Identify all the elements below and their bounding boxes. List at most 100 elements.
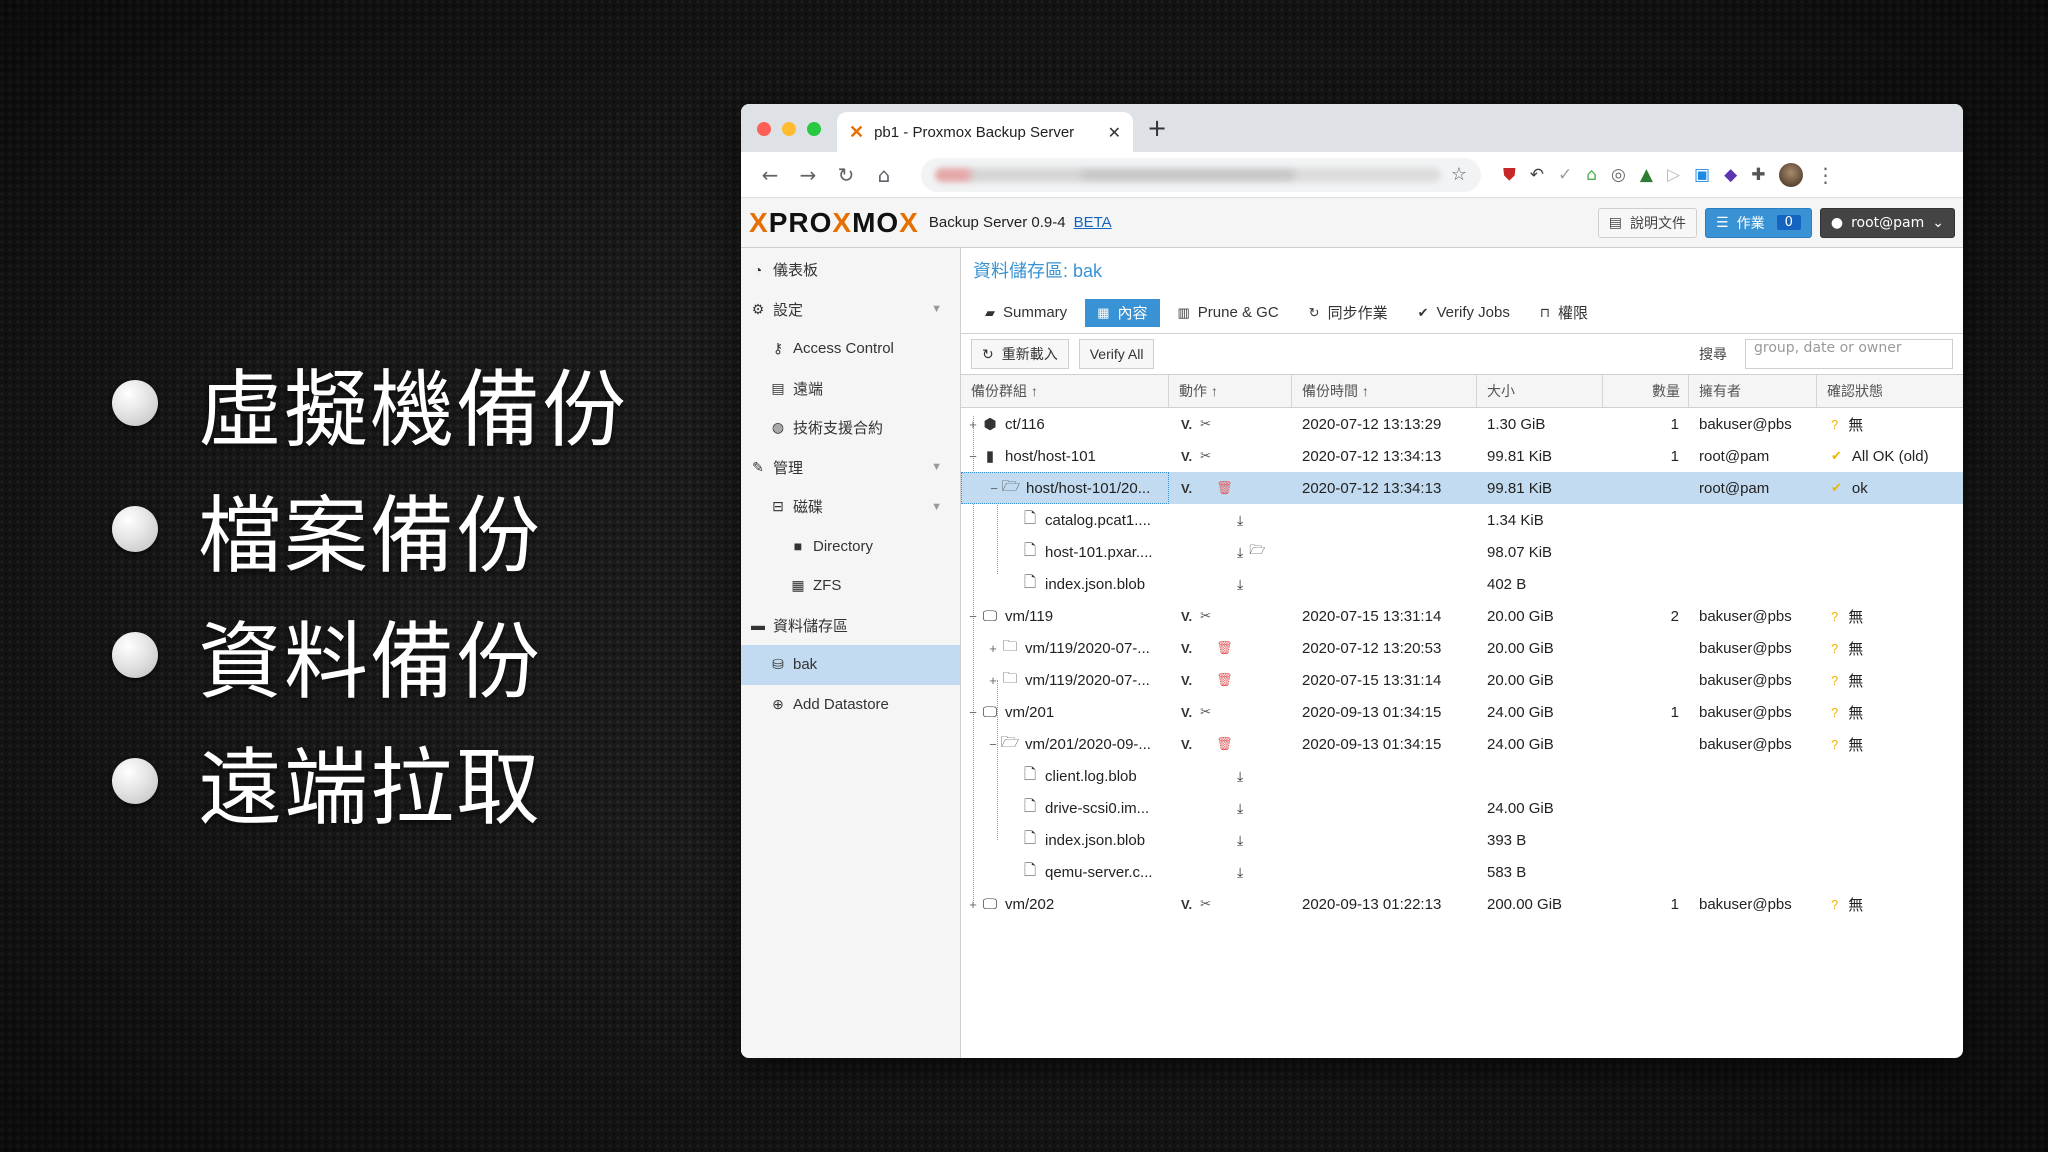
verify-action[interactable]: V. [1181,417,1192,432]
ublock-icon[interactable]: ⛊ [1503,165,1516,185]
sidebar-item-directory[interactable]: ■ Directory [741,527,960,567]
puzzle-icon[interactable]: ✚ [1751,165,1765,185]
verify-action[interactable]: V. [1181,737,1192,752]
sidebar-item-zfs[interactable]: ▦ ZFS [741,566,960,606]
column-header-owner[interactable]: 擁有者 [1689,375,1817,407]
menu-kebab-icon[interactable]: ⋮ [1815,163,1835,187]
download-icon[interactable]: ⤓ [1237,832,1243,849]
column-header-size[interactable]: 大小 [1477,375,1603,407]
verify-all-button[interactable]: Verify All [1078,339,1155,369]
table-row[interactable]: 🗋 drive-scsi0.im... ⤓ 24.00 GiB [961,792,1963,824]
trash-icon[interactable]: 🗑 [1216,672,1233,688]
expand-icon[interactable]: + [967,417,979,432]
sidebar-item-administration[interactable]: ✎ 管理 ▼ [741,448,960,488]
circle-icon[interactable]: ◎ [1611,165,1626,185]
table-row[interactable]: 🗋 catalog.pcat1.... ⤓ 1.34 KiB [961,504,1963,536]
prune-scissors-icon[interactable]: ✂ [1200,704,1211,720]
sidebar-item-disks[interactable]: ⊟ 磁碟 ▼ [741,487,960,527]
browse-folder-icon[interactable]: 🗁 [1249,541,1265,563]
column-header-count[interactable]: 數量 [1603,375,1689,407]
table-row[interactable]: − 🖵 vm/201 V. ✂ 2020-09-13 01:34:15 24.00 G… [961,696,1963,728]
table-row[interactable]: + 🗀 vm/119/2020-07-... V. 🗑 2020-07-12 13:2… [961,632,1963,664]
table-row[interactable]: + 🖵 vm/202 V. ✂ 2020-09-13 01:22:13 200.00 … [961,888,1963,920]
download-icon[interactable]: ⤓ [1237,864,1243,881]
table-row[interactable]: + ⬢ ct/116 V. ✂ 2020-07-12 13:13:29 1.30 Gi… [961,408,1963,440]
table-row[interactable]: − 🗁 vm/201/2020-09-... V. 🗑 2020-09-13 01:3… [961,728,1963,760]
tab-summary[interactable]: ▰ Summary [973,299,1079,327]
badge-icon[interactable]: ◆ [1724,165,1737,185]
bookmark-star-icon[interactable]: ☆ [1451,164,1467,185]
table-row[interactable]: 🗋 client.log.blob ⤓ [961,760,1963,792]
download-icon[interactable]: ⤓ [1237,768,1243,785]
collapse-icon[interactable]: − [967,449,979,464]
arrow-icon[interactable]: ▲ [1640,165,1653,185]
prune-scissors-icon[interactable]: ✂ [1200,448,1211,464]
new-tab-button[interactable]: + [1147,114,1167,142]
sidebar-item-settings[interactable]: ⚙ 設定 ▼ [741,290,960,330]
verify-action[interactable]: V. [1181,705,1192,720]
verify-action[interactable]: V. [1181,641,1192,656]
address-bar[interactable]: ☆ [921,157,1481,192]
sidebar-item-access-control[interactable]: ⚷ Access Control [741,329,960,369]
sidebar-item-bak[interactable]: ⛁ bak [741,645,960,685]
table-row[interactable]: − ▮ host/host-101 V. ✂ 2020-07-12 13:34:13 … [961,440,1963,472]
sidebar-item-subscription[interactable]: ◍ 技術支援合約 [741,408,960,448]
download-icon[interactable]: ⤓ [1237,800,1243,817]
table-row[interactable]: + 🗀 vm/119/2020-07-... V. 🗑 2020-07-15 13:3… [961,664,1963,696]
maximize-window-button[interactable] [807,122,821,136]
cursor-icon[interactable]: ▷ [1667,165,1680,185]
browser-tab[interactable]: ✕ pb1 - Proxmox Backup Server ✕ [837,112,1133,152]
sidebar-item-datastore[interactable]: ▬ 資料儲存區 [741,606,960,646]
table-row[interactable]: 🗋 qemu-server.c... ⤓ 583 B [961,856,1963,888]
tab-close-icon[interactable]: ✕ [1108,123,1121,142]
verify-action[interactable]: V. [1181,481,1192,496]
tab-verify-jobs[interactable]: ✔ Verify Jobs [1406,299,1522,327]
column-header-actions[interactable]: 動作 ↑ [1169,375,1292,407]
table-row[interactable]: − 🖵 vm/119 V. ✂ 2020-07-15 13:31:14 20.00 G… [961,600,1963,632]
sidebar-item-dashboard[interactable]: ◔ 儀表板 [741,250,960,290]
table-row[interactable]: 🗋 host-101.pxar.... ⤓ 🗁 98.07 KiB [961,536,1963,568]
verify-action[interactable]: V. [1181,673,1192,688]
prune-scissors-icon[interactable]: ✂ [1200,896,1211,912]
tab-sync-jobs[interactable]: ↻ 同步作業 [1297,299,1400,327]
collapse-icon[interactable]: − [987,737,999,752]
download-icon[interactable]: ⤓ [1237,544,1243,561]
reload-icon[interactable]: ↻ [827,163,865,187]
home-icon[interactable]: ⌂ [865,163,903,187]
table-row[interactable]: 🗋 index.json.blob ⤓ 393 B [961,824,1963,856]
collapse-icon[interactable]: − [967,609,979,624]
sidebar-item-remotes[interactable]: ▤ 遠端 [741,369,960,409]
verify-action[interactable]: V. [1181,609,1192,624]
prune-scissors-icon[interactable]: ✂ [1200,608,1211,624]
docs-button[interactable]: ▤ 說明文件 [1597,207,1698,238]
beta-link[interactable]: BETA [1074,214,1112,231]
box-icon[interactable]: ▣ [1694,165,1710,185]
prune-scissors-icon[interactable]: ✂ [1200,416,1211,432]
back-icon[interactable]: ← [751,163,789,187]
tab-content[interactable]: ▦ 內容 [1085,298,1160,327]
undo-icon[interactable]: ↶ [1530,165,1544,185]
expand-icon[interactable]: + [987,673,999,688]
sidebar-item-add-datastore[interactable]: ⊕ Add Datastore [741,685,960,725]
minimize-window-button[interactable] [782,122,796,136]
collapse-icon[interactable]: − [988,481,1000,496]
collapse-icon[interactable]: − [967,705,979,720]
profile-avatar[interactable] [1779,162,1804,187]
user-menu-button[interactable]: ● root@pam ⌄ [1819,207,1955,238]
home-extension-icon[interactable]: ⌂ [1586,165,1597,185]
forward-icon[interactable]: → [789,163,827,187]
tab-permissions[interactable]: ⊓ 權限 [1528,299,1600,327]
table-row[interactable]: − 🗁 host/host-101/20... V. 🗑 2020-07-12 13:… [961,472,1963,504]
close-window-button[interactable] [757,122,771,136]
verify-action[interactable]: V. [1181,897,1192,912]
table-row[interactable]: 🗋 index.json.blob ⤓ 402 B [961,568,1963,600]
check-icon[interactable]: ✓ [1558,165,1572,185]
column-header-group[interactable]: 備份群組 ↑ [961,375,1169,407]
tab-prune-gc[interactable]: ▥ Prune & GC [1166,299,1291,327]
column-header-verify[interactable]: 確認狀態 [1817,375,1963,407]
expand-icon[interactable]: + [987,641,999,656]
download-icon[interactable]: ⤓ [1237,576,1243,593]
search-input[interactable]: group, date or owner [1745,339,1953,369]
column-header-time[interactable]: 備份時間 ↑ [1292,375,1477,407]
trash-icon[interactable]: 🗑 [1216,736,1233,752]
